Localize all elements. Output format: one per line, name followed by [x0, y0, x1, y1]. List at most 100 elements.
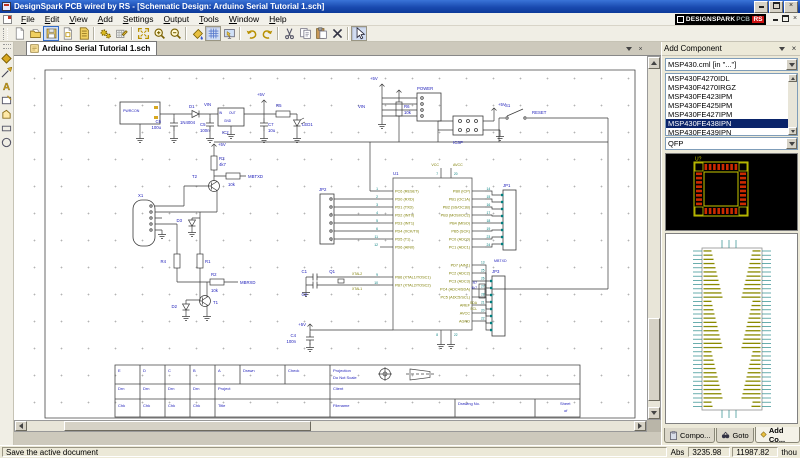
schematic-label: MBTXD	[248, 174, 263, 179]
schematic-label: Drn	[168, 386, 174, 391]
document-tab[interactable]: Arduino Serial Tutorial 1.sch	[26, 41, 157, 55]
color-fill-button[interactable]	[189, 26, 205, 41]
main-toolbar	[0, 26, 800, 42]
schematic-label: Drawing No.	[458, 401, 480, 406]
schematic-label: Do Not Scale	[333, 375, 357, 380]
toolbar-drag-handle[interactable]	[3, 28, 8, 40]
schematic-canvas[interactable]: PWRCONVIND11N4004C6100uC5100nINOUTGNDIC2…	[14, 56, 647, 420]
panel-menu-icon[interactable]	[777, 44, 787, 54]
schematic-label: 4	[376, 211, 378, 215]
component-list-item[interactable]: MSP430FE439IPN	[666, 128, 797, 136]
undo-button[interactable]	[243, 26, 259, 41]
panel-close-icon[interactable]: ×	[789, 44, 799, 54]
grid-toggle-button[interactable]	[205, 26, 221, 41]
vertical-scrollbar[interactable]	[647, 56, 661, 420]
copy-button[interactable]	[297, 26, 313, 41]
sidebar-drag-handle[interactable]	[3, 44, 11, 49]
schematic-label: 2	[376, 195, 378, 199]
library-combo-dropdown-icon[interactable]	[786, 59, 797, 70]
menu-item-output[interactable]: Output	[159, 13, 195, 25]
toolbar-separator	[347, 27, 349, 40]
menu-item-help[interactable]: Help	[264, 13, 291, 25]
schematic-label: C5	[200, 122, 206, 127]
component-list-item[interactable]: MSP430FE423IPM	[666, 92, 797, 101]
schematic-label: Drn	[118, 386, 124, 391]
schematic-label: AVCC	[453, 163, 463, 167]
tab-add-component[interactable]: Add Co...	[755, 427, 800, 443]
document-tab-label: Arduino Serial Tutorial 1.sch	[42, 44, 150, 53]
add-shape-polygon-button[interactable]	[0, 108, 13, 121]
vscroll-thumb[interactable]	[648, 318, 660, 401]
tab-goto[interactable]: Goto	[716, 428, 753, 443]
package-combo-dropdown-icon[interactable]	[786, 138, 797, 149]
restore-icon[interactable]	[769, 1, 783, 13]
symbol-preview[interactable]	[665, 233, 798, 424]
zoom-out-button[interactable]	[167, 26, 183, 41]
schematic-label: D	[143, 368, 146, 373]
paste-button[interactable]	[313, 26, 329, 41]
add-component-mode-button[interactable]	[0, 52, 13, 65]
add-text-button[interactable]	[0, 80, 13, 93]
design-technology-button[interactable]	[113, 26, 129, 41]
grid-toggle-icon	[207, 27, 220, 40]
footprint-preview[interactable]: U?	[665, 153, 798, 231]
close-icon[interactable]: ×	[784, 1, 798, 13]
add-shape-circle-button[interactable]	[0, 136, 13, 149]
dock-menu-icon[interactable]	[624, 45, 633, 54]
mdi-restore-icon[interactable]	[780, 15, 790, 24]
color-fill-icon	[191, 27, 204, 40]
component-list-item[interactable]: MSP430FE438IPN	[666, 119, 797, 128]
menu-item-window[interactable]: Window	[224, 13, 264, 25]
add-connection-button[interactable]	[0, 66, 13, 79]
hscroll-thumb[interactable]	[64, 421, 311, 431]
menu-item-add[interactable]: Add	[93, 13, 118, 25]
add-shape-rectangle-button[interactable]	[0, 94, 13, 107]
package-combo[interactable]: QFP	[665, 137, 798, 150]
zoom-extents-icon	[137, 27, 150, 40]
menu-item-view[interactable]: View	[64, 13, 92, 25]
component-list-item[interactable]: MSP430F4270IRGZ	[666, 83, 797, 92]
mdi-close-icon[interactable]: ×	[790, 15, 800, 24]
display-settings-button[interactable]	[221, 26, 237, 41]
select-mode-button[interactable]	[351, 26, 367, 41]
design-browser-icon	[77, 27, 90, 40]
paste-icon	[315, 27, 328, 40]
zoom-extents-button[interactable]	[135, 26, 151, 41]
schematic-label: PB1 (OC1A)	[449, 198, 471, 202]
component-list-item[interactable]: MSP430FE427IPM	[666, 110, 797, 119]
schematic-label: 16	[487, 203, 491, 207]
save-document-button[interactable]	[43, 26, 59, 41]
new-design-button[interactable]	[59, 26, 75, 41]
mdi-minimize-icon[interactable]	[770, 15, 780, 24]
schematic-label: LED1	[302, 122, 313, 127]
component-list-item[interactable]: MSP430F4270IDL	[666, 74, 797, 83]
design-browser-button[interactable]	[75, 26, 91, 41]
schematic-label: 100n	[286, 339, 296, 344]
redo-button[interactable]	[259, 26, 275, 41]
document-system-menu-icon[interactable]	[3, 15, 12, 24]
horizontal-scrollbar[interactable]	[14, 420, 647, 432]
settings-button[interactable]	[97, 26, 113, 41]
dock-close-icon[interactable]: ×	[636, 45, 645, 54]
schematic-label: R3	[219, 156, 225, 161]
component-list[interactable]: MSP430F4270IDLMSP430F4270IRGZMSP430FE423…	[665, 73, 798, 136]
menu-item-tools[interactable]: Tools	[194, 13, 224, 25]
zoom-in-button[interactable]	[151, 26, 167, 41]
schematic-label: R6	[404, 104, 410, 109]
library-combo[interactable]: MSP430.cml [in "..."]	[665, 58, 798, 71]
menu-item-file[interactable]: File	[16, 13, 40, 25]
new-document-button[interactable]	[11, 26, 27, 41]
schematic-label: 25	[481, 269, 485, 273]
menu-item-edit[interactable]: Edit	[40, 13, 65, 25]
delete-button[interactable]	[329, 26, 345, 41]
cut-button[interactable]	[281, 26, 297, 41]
component-list-item[interactable]: MSP430FE425IPM	[666, 101, 797, 110]
tab-components[interactable]: Compo...	[664, 428, 715, 443]
menu-item-settings[interactable]: Settings	[118, 13, 159, 25]
document-tab-bar: Arduino Serial Tutorial 1.sch ×	[14, 42, 661, 56]
schematic-label: 4k7	[472, 286, 478, 290]
open-document-button[interactable]	[27, 26, 43, 41]
add-shape-line-button[interactable]	[0, 122, 13, 135]
minimize-icon[interactable]	[754, 1, 768, 13]
component-list-scrollbar[interactable]	[788, 74, 797, 135]
